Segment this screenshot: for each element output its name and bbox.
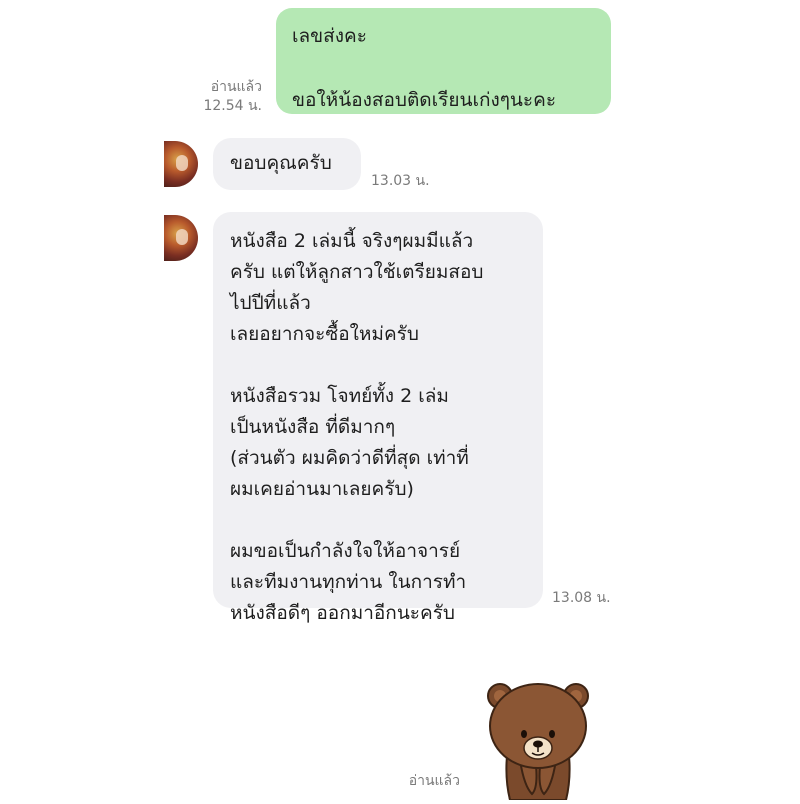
brown-bear-sticker-icon[interactable] [486,676,590,801]
incoming-message-bubble[interactable]: หนังสือ 2 เล่มนี้ จริงๆผมมีแล้ว ครับ แต่… [213,212,543,624]
message-time: 12.54 น. [203,98,262,114]
incoming-message-text: หนังสือ 2 เล่มนี้ จริงๆผมมีแล้ว ครับ แต่… [230,230,484,624]
outgoing-message-bubble[interactable]: เลขส่งคะ ขอให้น้องสอบติดเรียนเก่งๆนะคะ [276,8,611,114]
incoming-message-text: ขอบคุณครับ [230,152,332,174]
sticker-read-label: อ่านแล้ว [408,773,460,789]
message-time: 13.08 น. [552,590,611,606]
read-label: อ่านแล้ว [210,79,262,95]
message-time: 13.03 น. [371,173,430,189]
sender-avatar[interactable] [164,215,198,261]
outgoing-read-receipt: อ่านแล้ว 12.54 น. [190,78,262,116]
incoming-message-bubble[interactable]: ขอบคุณครับ [213,138,361,190]
sender-avatar[interactable] [164,141,198,187]
outgoing-message-text: เลขส่งคะ ขอให้น้องสอบติดเรียนเก่งๆนะคะ [292,25,557,111]
